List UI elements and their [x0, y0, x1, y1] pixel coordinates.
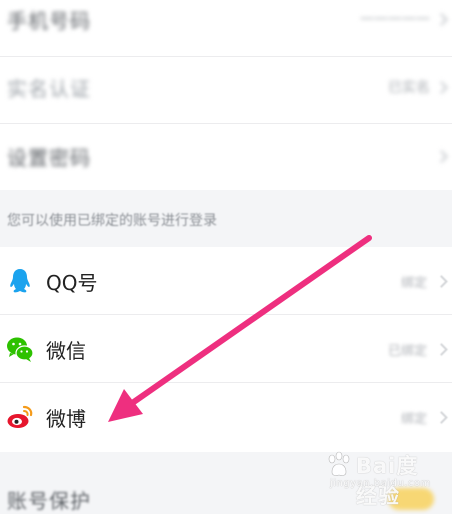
chevron-right-icon: [435, 342, 448, 356]
realname-row[interactable]: 实名认证 已实名: [0, 56, 452, 118]
chevron-right-icon: [435, 12, 448, 26]
bind-row-qq[interactable]: QQ号 绑定: [0, 247, 452, 315]
account-protection-title: 账号保护: [7, 489, 91, 513]
qq-label: QQ号: [46, 270, 98, 295]
set-password-row[interactable]: 设置密码: [0, 125, 452, 187]
divider: [0, 123, 452, 124]
wechat-status: 已绑定: [387, 343, 427, 359]
weibo-status: 绑定: [400, 411, 427, 427]
bind-hint-text: 您可以使用已绑定的账号进行登录: [7, 212, 217, 229]
chevron-right-icon: [435, 80, 448, 94]
bind-row-weibo[interactable]: 微博 绑定: [0, 383, 452, 451]
weibo-icon: [6, 403, 34, 431]
set-password-label: 设置密码: [7, 145, 91, 170]
chevron-right-icon: [435, 149, 448, 163]
weibo-label: 微博: [46, 406, 86, 431]
chevron-right-icon: [435, 274, 448, 288]
realname-value: 已实名: [388, 80, 430, 96]
phone-row[interactable]: 手机号码 一一一一一: [0, 0, 452, 50]
phone-label: 手机号码: [7, 8, 91, 33]
phone-value: 一一一一一: [360, 12, 430, 28]
bind-hint: 您可以使用已绑定的账号进行登录: [0, 192, 452, 247]
realname-label: 实名认证: [7, 76, 91, 101]
chevron-right-icon: [435, 410, 448, 424]
wechat-label: 微信: [46, 338, 86, 363]
bind-accounts-list: QQ号 绑定 微信 已绑定 微博 绑定: [0, 247, 452, 452]
bind-row-wechat[interactable]: 微信 已绑定: [0, 315, 452, 383]
account-protection-section: 账号保护: [0, 452, 452, 513]
wechat-icon: [6, 335, 34, 363]
qq-status: 绑定: [400, 275, 427, 291]
account-protection-toggle[interactable]: [388, 488, 434, 510]
qq-icon: [6, 267, 34, 295]
